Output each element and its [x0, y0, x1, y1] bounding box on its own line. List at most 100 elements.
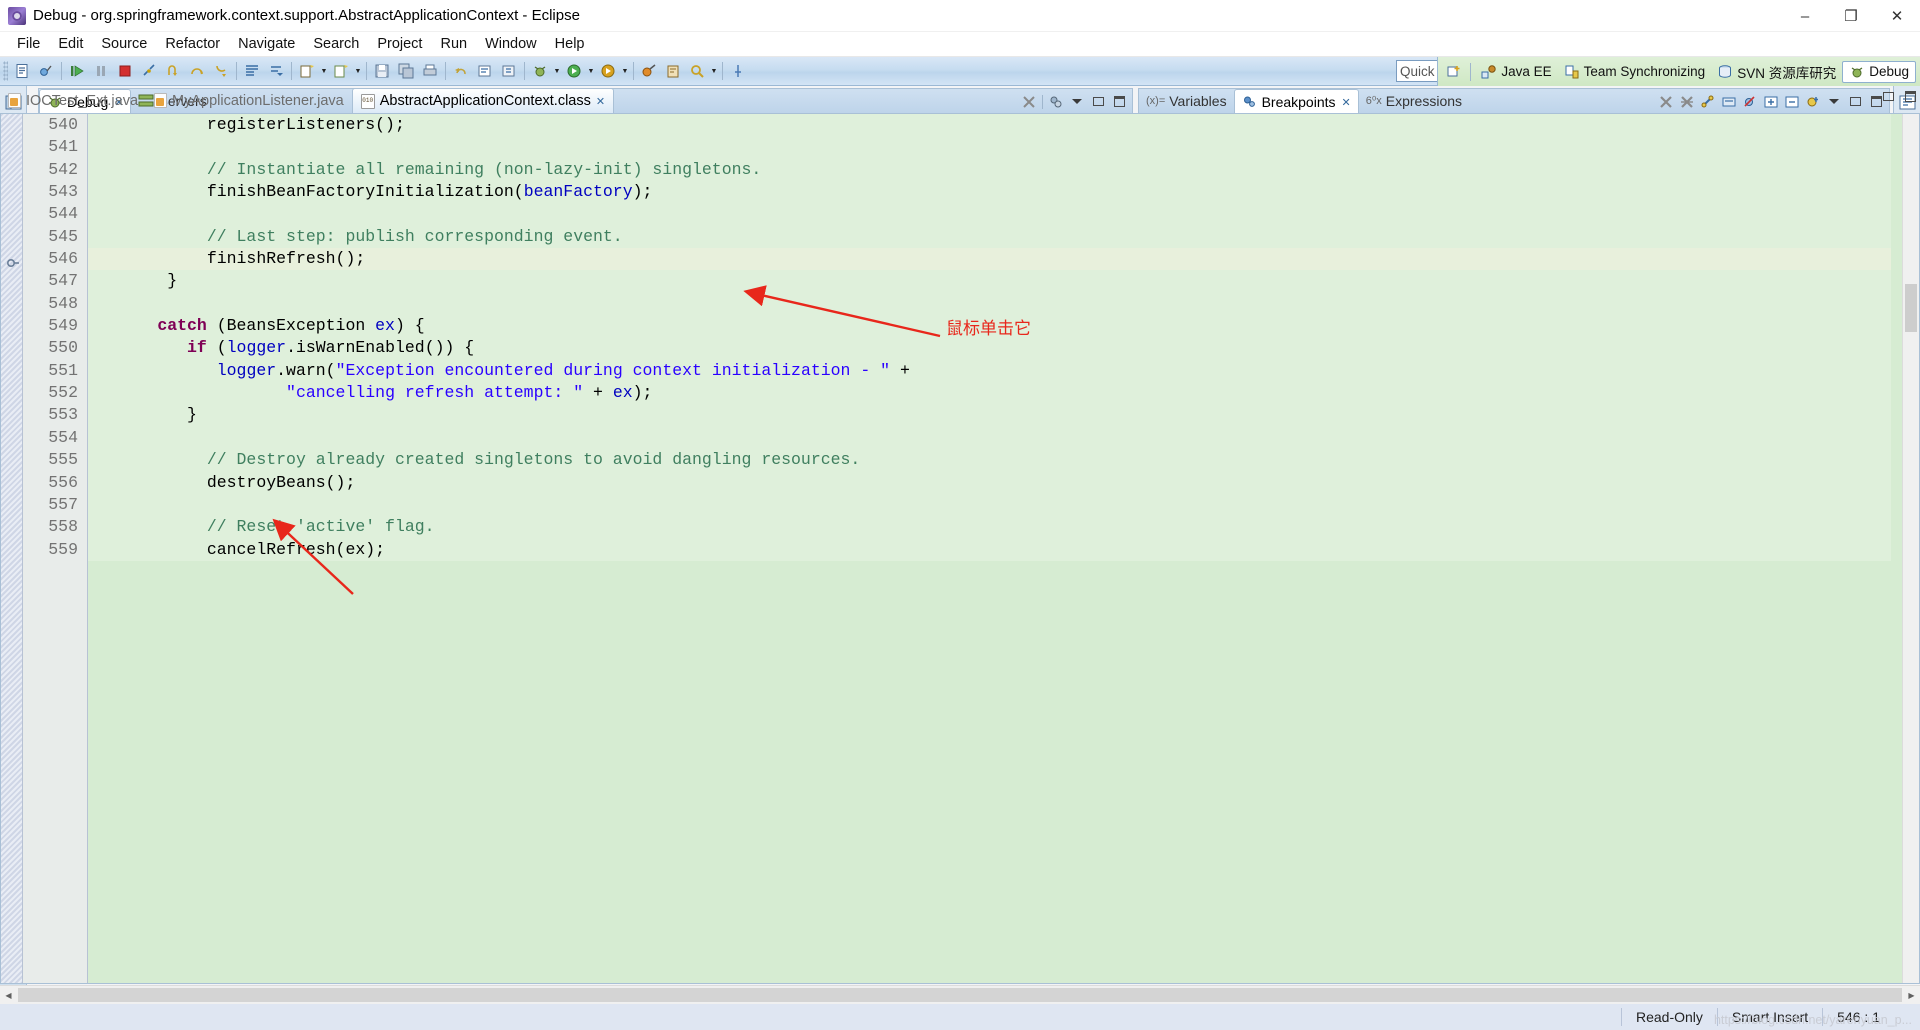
editor-tab-ioctest[interactable]: IOCTest_Ext.java — [0, 88, 146, 113]
coverage-icon[interactable] — [597, 60, 619, 82]
code-line[interactable]: destroyBeans(); — [88, 471, 1891, 494]
toolbar-grip[interactable] — [3, 61, 8, 81]
perspective-label: SVN 资源库研究 — [1737, 65, 1837, 81]
chevron-down-icon[interactable]: ▼ — [319, 60, 329, 82]
code-line[interactable]: logger.warn("Exception encountered durin… — [88, 359, 1891, 383]
code-line[interactable] — [88, 292, 1891, 316]
editor-tab-label: AbstractApplicationContext.class — [379, 93, 591, 109]
save-all-icon[interactable] — [395, 60, 417, 82]
perspective-debug[interactable]: Debug — [1842, 60, 1916, 83]
code-line[interactable]: finishRefresh(); — [88, 248, 1891, 271]
minimize-button[interactable]: – — [1782, 0, 1828, 32]
search-icon[interactable] — [686, 60, 708, 82]
code-line[interactable]: } — [88, 404, 1891, 427]
menu-window[interactable]: Window — [476, 34, 546, 54]
menu-help[interactable]: Help — [546, 34, 594, 54]
code-line[interactable]: // Instantiate all remaining (non-lazy-i… — [88, 158, 1891, 182]
line-number-ruler: 540 541 542 543 544 545 546 547 548 549 … — [23, 114, 88, 983]
line-number: 554 — [48, 427, 78, 447]
line-number: 542 — [48, 159, 78, 179]
rename-icon[interactable] — [498, 60, 520, 82]
perspective-switcher: Java EE Team Synchronizing SVN 资源库研究 Deb… — [1437, 57, 1920, 86]
code-editor[interactable]: 540 541 542 543 544 545 546 547 548 549 … — [0, 113, 1920, 984]
chevron-down-icon[interactable]: ▼ — [709, 60, 719, 82]
code-line[interactable] — [88, 136, 1891, 159]
chevron-down-icon[interactable]: ▼ — [353, 60, 363, 82]
toggle-breakpoint-icon[interactable] — [35, 60, 57, 82]
menu-search[interactable]: Search — [304, 34, 368, 54]
perspective-java-ee[interactable]: Java EE — [1475, 62, 1557, 82]
editor-tab-myapplicationlistener[interactable]: MyApplicationListener.java — [146, 88, 352, 113]
menu-run[interactable]: Run — [431, 34, 476, 54]
scroll-thumb[interactable] — [18, 988, 1902, 1002]
menu-file[interactable]: File — [8, 34, 49, 54]
menu-bar: File Edit Source Refactor Navigate Searc… — [0, 32, 1920, 57]
disconnect-icon[interactable] — [138, 60, 160, 82]
code-line[interactable]: // Destroy already created singletons to… — [88, 449, 1891, 472]
resume-icon[interactable] — [66, 60, 88, 82]
maximize-icon[interactable] — [1902, 88, 1918, 104]
drop-to-frame-icon[interactable] — [265, 60, 287, 82]
step-into-icon[interactable] — [210, 60, 232, 82]
scroll-left-icon[interactable]: ◀ — [0, 987, 17, 1004]
open-perspective-icon[interactable] — [1443, 61, 1465, 83]
code-line[interactable]: cancelRefresh(ex); — [88, 538, 1891, 561]
debug-launch-icon[interactable] — [529, 60, 551, 82]
new-wizard-icon[interactable] — [11, 60, 33, 82]
new-java-project-icon[interactable] — [296, 60, 318, 82]
close-button[interactable]: ✕ — [1874, 0, 1920, 32]
code-line[interactable]: registerListeners(); — [88, 114, 1891, 137]
code-line[interactable]: finishBeanFactoryInitialization(beanFact… — [88, 181, 1891, 204]
toolbar-separator — [366, 62, 367, 80]
code-line[interactable] — [88, 426, 1891, 450]
new-annotation-icon[interactable] — [330, 60, 352, 82]
run-launch-icon[interactable] — [563, 60, 585, 82]
code-line[interactable]: // Reset 'active' flag. — [88, 516, 1891, 539]
editor-vertical-scrollbar[interactable] — [1902, 114, 1919, 983]
menu-project[interactable]: Project — [368, 34, 431, 54]
menu-edit[interactable]: Edit — [49, 34, 92, 54]
code-line[interactable]: // Last step: publish corresponding even… — [88, 225, 1891, 249]
editor-horizontal-scrollbar[interactable]: ◀ ▶ — [0, 985, 1920, 1004]
code-line[interactable] — [88, 493, 1891, 517]
scroll-right-icon[interactable]: ▶ — [1903, 987, 1920, 1004]
external-tools-icon[interactable] — [638, 60, 660, 82]
redo-icon[interactable] — [474, 60, 496, 82]
editor-tab-abstractapplicationcontext[interactable]: AbstractApplicationContext.class ✕ — [351, 88, 615, 113]
close-icon[interactable]: ✕ — [596, 95, 605, 108]
terminate-icon[interactable] — [114, 60, 136, 82]
code-line[interactable]: } — [88, 270, 1891, 293]
chevron-down-icon[interactable]: ▼ — [552, 60, 562, 82]
chevron-down-icon[interactable]: ▼ — [620, 60, 630, 82]
code-line[interactable]: "cancelling refresh attempt: " + ex); — [88, 382, 1891, 405]
open-task-icon[interactable] — [662, 60, 684, 82]
step-return-icon[interactable] — [162, 60, 184, 82]
code-line[interactable]: if (logger.isWarnEnabled()) { — [88, 337, 1891, 360]
maximize-button[interactable]: ❐ — [1828, 0, 1874, 32]
java-file-icon — [154, 93, 168, 108]
code-line[interactable] — [88, 203, 1891, 226]
menu-source[interactable]: Source — [92, 34, 156, 54]
step-over-icon[interactable] — [186, 60, 208, 82]
code-text[interactable]: registerListeners(); // Instantiate all … — [88, 114, 1891, 983]
code-token: logger — [226, 338, 287, 358]
chevron-down-icon[interactable]: ▼ — [586, 60, 596, 82]
print-icon[interactable] — [419, 60, 441, 82]
menu-navigate[interactable]: Navigate — [229, 34, 304, 54]
code-token: "cancelling refresh attempt: " — [286, 383, 584, 403]
menu-refactor[interactable]: Refactor — [156, 34, 229, 54]
save-icon[interactable] — [371, 60, 393, 82]
code-token: cancelRefresh(ex); — [206, 539, 386, 559]
marker-ruler[interactable] — [1, 114, 23, 983]
use-step-filters-icon[interactable] — [241, 60, 263, 82]
perspective-team-synchronizing[interactable]: Team Synchronizing — [1558, 62, 1712, 82]
scroll-thumb[interactable] — [1905, 284, 1917, 332]
code-token: beanFactory — [523, 182, 633, 202]
line-number: 548 — [48, 293, 78, 313]
perspective-svn-repository[interactable]: SVN 资源库研究 — [1711, 60, 1842, 84]
minimize-icon[interactable] — [1880, 88, 1896, 104]
line-number: 558 — [48, 517, 78, 537]
undo-icon[interactable] — [450, 60, 472, 82]
pin-icon[interactable] — [727, 60, 749, 82]
suspend-icon[interactable] — [90, 60, 112, 82]
